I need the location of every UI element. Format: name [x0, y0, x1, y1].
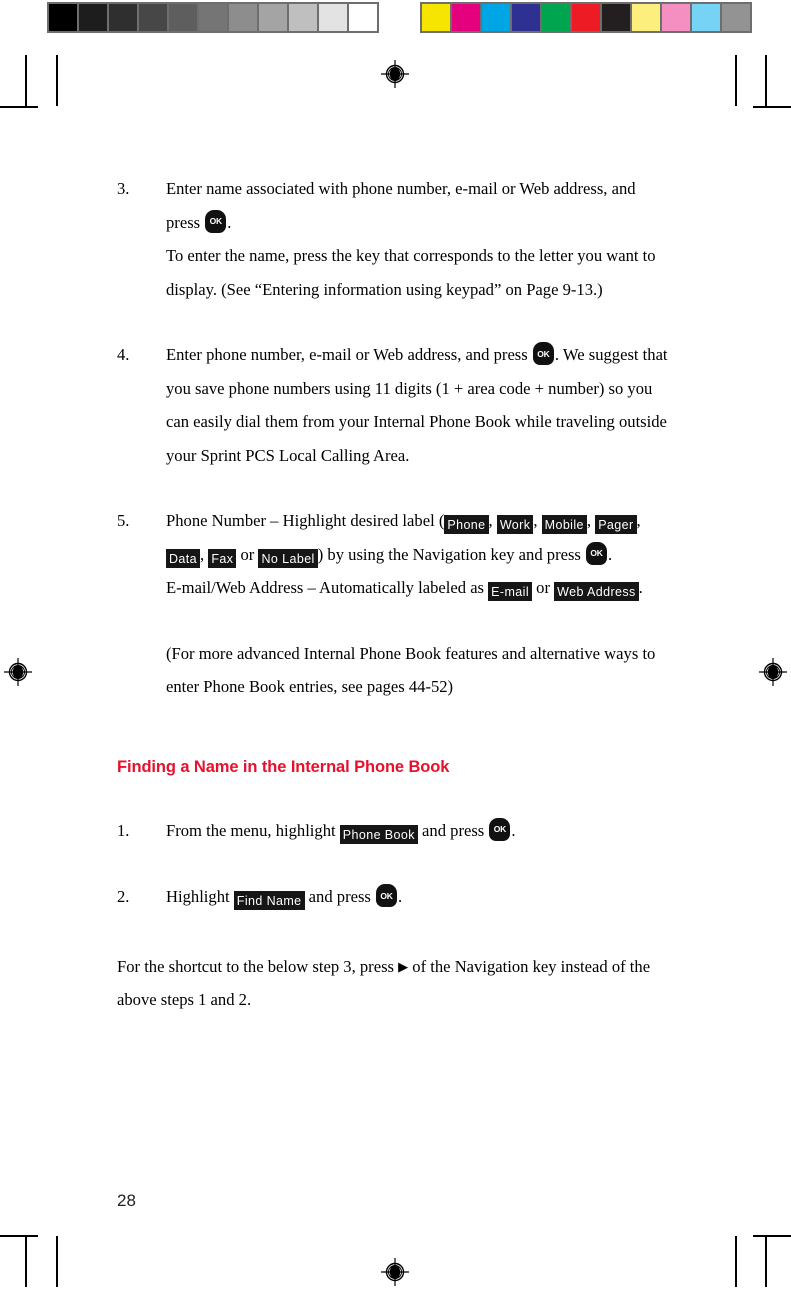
crop-mark-bottom-right-inner	[735, 1236, 737, 1287]
step-5-after-labels: ) by using the Navigation key and press	[317, 544, 581, 564]
crop-mark-bottom-right-horizontal	[753, 1235, 791, 1237]
label-sep: ,	[586, 511, 596, 530]
ok-key-label: OK	[537, 348, 550, 359]
ok-key-label: OK	[590, 547, 603, 558]
label-sep: ,	[533, 511, 542, 530]
lcd-menu-find-name: Find Name	[233, 891, 305, 910]
shortcut-paragraph: For the shortcut to the below step 3, pr…	[117, 950, 671, 1017]
lcd-label-work: Work	[496, 515, 534, 534]
lcd-label-email: E-mail	[488, 582, 532, 601]
registration-mark-bottom	[381, 1258, 409, 1286]
crop-mark-bottom-left-vertical	[25, 1236, 27, 1287]
ok-key-icon[interactable]: OK	[376, 884, 398, 907]
page-number: 28	[117, 1191, 136, 1210]
step-3: 3. Enter name associated with phone numb…	[117, 172, 671, 306]
ok-key-icon[interactable]: OK	[489, 817, 511, 841]
scanned-manual-page: 3. Enter name associated with phone numb…	[0, 0, 791, 1291]
advanced-features-note: (For more advanced Internal Phone Book f…	[166, 643, 656, 697]
finding-step-1-after: .	[511, 820, 516, 840]
label-or: or	[236, 544, 259, 564]
step-3-number: 3.	[117, 179, 130, 198]
lcd-label-data: Data	[166, 548, 201, 568]
finding-step-2-between: and press	[308, 887, 371, 906]
crop-mark-bottom-left-horizontal	[0, 1235, 38, 1237]
label-sep: ,	[636, 511, 641, 530]
page-body: 3. Enter name associated with phone numb…	[0, 0, 791, 1017]
ok-key-label: OK	[380, 890, 393, 901]
email-or: or	[536, 578, 550, 597]
label-sep: ,	[488, 511, 497, 530]
email-line-before: E-mail/Web Address – Automatically label…	[166, 578, 485, 597]
ok-key-icon[interactable]: OK	[532, 342, 554, 365]
step-4-number: 4.	[117, 345, 130, 364]
step-5-after-key: .	[608, 544, 613, 564]
finding-step-1-number: 1.	[117, 820, 130, 840]
step-4-before-key: Enter phone number, e-mail or Web addres…	[166, 345, 528, 364]
navigation-right-arrow-icon: ▶	[398, 958, 409, 974]
lcd-label-fax: Fax	[208, 548, 237, 568]
crop-mark-bottom-right-vertical	[765, 1236, 767, 1287]
ok-key-label: OK	[209, 215, 223, 226]
shortcut-before: For the shortcut to the below step 3, pr…	[117, 956, 394, 976]
ok-key-icon[interactable]: OK	[586, 541, 608, 565]
email-line-end: .	[638, 578, 643, 597]
step-4: 4. Enter phone number, e-mail or Web add…	[117, 338, 671, 472]
lcd-label-pager: Pager	[595, 515, 637, 534]
finding-step-2: 2. Highlight Find Name and press OK.	[117, 880, 671, 914]
step-3-line1-text: Enter name associated with phone number,…	[166, 179, 636, 232]
ok-key-label: OK	[493, 823, 507, 834]
step-5: 5. Phone Number – Highlight desired labe…	[117, 504, 671, 605]
ok-key-icon[interactable]: OK	[205, 209, 227, 233]
section-heading-finding-a-name: Finding a Name in the Internal Phone Boo…	[117, 757, 450, 776]
finding-step-2-after: .	[398, 887, 403, 906]
finding-step-1-before: From the menu, highlight	[166, 820, 336, 840]
lcd-label-no-label: No Label	[258, 548, 318, 568]
finding-step-1: 1. From the menu, highlight Phone Book a…	[117, 814, 671, 848]
crop-mark-bottom-left-inner	[56, 1236, 58, 1287]
lcd-label-web-address: Web Address	[554, 582, 639, 601]
lcd-menu-phone-book: Phone Book	[339, 824, 418, 844]
step-5-intro: Phone Number – Highlight desired label (	[166, 511, 445, 530]
step-5-number: 5.	[117, 511, 130, 530]
finding-step-1-between: and press	[422, 820, 485, 840]
lcd-label-mobile: Mobile	[541, 515, 587, 534]
finding-step-2-before: Highlight	[166, 887, 230, 906]
finding-step-2-number: 2.	[117, 887, 130, 906]
step-5-email-line: E-mail/Web Address – Automatically label…	[166, 571, 671, 605]
label-sep: ,	[200, 544, 209, 564]
step-3-line2: To enter the name, press the key that co…	[166, 246, 656, 299]
step-3-line1-end: .	[227, 212, 232, 232]
lcd-label-phone: Phone	[444, 515, 489, 534]
